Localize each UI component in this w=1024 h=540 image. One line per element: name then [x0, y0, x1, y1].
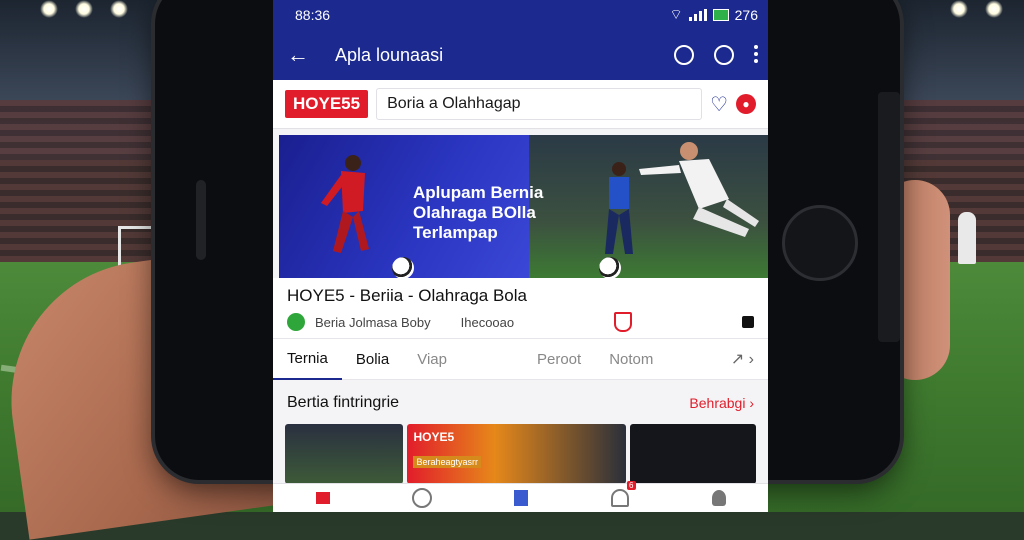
grid-icon[interactable]: [411, 488, 432, 508]
card-row: HOYE5 Beraheagtyasrr: [273, 424, 768, 484]
developer-icon: [287, 313, 305, 331]
football: [392, 257, 414, 278]
bottom-nav: 6: [273, 481, 768, 512]
promo-banner[interactable]: Aplupam Bernia Olahraga BOlla Terlampap: [279, 135, 768, 278]
app-bar-actions: [674, 45, 758, 65]
signal-icon: [688, 9, 707, 21]
player-red-illustration: [321, 155, 369, 253]
back-arrow-icon[interactable]: ←: [287, 42, 317, 68]
status-time: 88:36: [295, 7, 331, 23]
status-bar: 88:36 ⌔ 276: [273, 0, 768, 30]
section-link[interactable]: Behrabgi ›: [689, 395, 754, 411]
battery-level: 276: [734, 7, 758, 23]
card-subtitle: Beraheagtyasrr: [413, 456, 482, 468]
card-brand: HOYE5: [413, 430, 455, 444]
content-card[interactable]: [285, 424, 404, 484]
player-white-illustration: [639, 142, 759, 237]
tab-ternia[interactable]: Ternia: [273, 338, 342, 380]
app-bar: ← Apla lounaasi: [273, 30, 768, 80]
bookmark-icon[interactable]: [511, 489, 531, 507]
battery-icon: [712, 9, 729, 21]
nav-badge: 6: [627, 481, 636, 490]
background-player: [958, 212, 976, 264]
phone-side-button: [878, 92, 900, 342]
tab-bar: Ternia Bolia Viap Peroot Notom ↗ ›: [273, 338, 768, 380]
app-bar-title: Apla lounaasi: [335, 44, 444, 65]
floodlight: [110, 0, 128, 18]
content-card[interactable]: HOYE5 Beraheagtyasrr: [407, 424, 626, 484]
search-icon[interactable]: [714, 45, 734, 65]
floodlight: [985, 0, 1003, 18]
phone-speaker: [196, 180, 206, 260]
tab-peroot[interactable]: Peroot: [523, 339, 595, 379]
home-icon[interactable]: [313, 489, 333, 507]
floodlight: [40, 0, 58, 18]
brand-logo: HOYE55: [285, 90, 369, 118]
notification-badge-icon[interactable]: ●: [736, 94, 756, 114]
tab-viap[interactable]: Viap: [403, 339, 461, 379]
app-meta: Beria Jolmasa Boby Ihecooao: [287, 312, 754, 332]
wifi-icon: ⌔: [669, 6, 683, 22]
floodlight: [75, 0, 93, 18]
app-info: HOYE5 - Beriia - Olahraga Bola Beria Jol…: [273, 278, 768, 338]
heart-icon[interactable]: ♡: [710, 92, 728, 117]
phone-screen: 88:36 ⌔ 276 ← Apla lounaasi HOYE55 Boria…: [273, 0, 768, 512]
banner-headline: Aplupam Bernia Olahraga BOlla Terlampap: [413, 183, 544, 242]
shield-icon: [614, 312, 632, 332]
tab-notom[interactable]: Notom: [595, 339, 667, 379]
rating-text: Ihecooao: [460, 314, 515, 330]
search-row: HOYE55 Boria a Olahhagap ♡ ●: [273, 80, 768, 129]
app-title: HOYE5 - Beriia - Olahraga Bola: [287, 286, 527, 305]
status-icons: ⌔ 276: [669, 6, 758, 24]
floodlight: [950, 0, 968, 18]
bell-icon[interactable]: 6: [610, 481, 636, 507]
share-icon[interactable]: ↗ ›: [731, 349, 768, 369]
tab-bolia[interactable]: Bolia: [342, 339, 403, 379]
profile-icon[interactable]: [709, 489, 729, 507]
more-icon[interactable]: [754, 45, 758, 65]
football: [599, 257, 621, 278]
developer-name: Beria Jolmasa Boby: [315, 314, 431, 330]
search-input[interactable]: Boria a Olahhagap: [376, 88, 703, 120]
chat-icon[interactable]: [674, 45, 694, 65]
bag-icon[interactable]: [742, 316, 754, 328]
content-card[interactable]: [629, 424, 756, 484]
section-title: Bertia fintringrie: [287, 394, 400, 411]
phone-home-button: [782, 205, 858, 281]
section-header: Bertia fintringrie Behrabgi ›: [273, 394, 768, 412]
